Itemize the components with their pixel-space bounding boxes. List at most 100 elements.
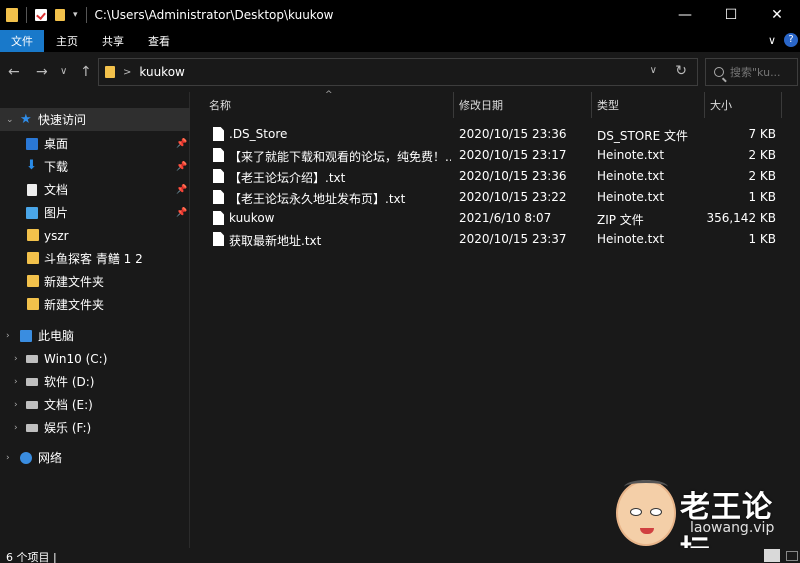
chevron-down-icon[interactable]: ⌄: [6, 115, 14, 125]
sidebar-item-drive-d[interactable]: › 软件 (D:): [0, 370, 190, 393]
file-row[interactable]: kuukow 2021/6/10 8:07 ZIP 文件 356,142 KB: [191, 208, 800, 229]
tab-file[interactable]: 文件: [0, 30, 44, 52]
sidebar-item-pictures[interactable]: 图片 📌: [0, 201, 190, 224]
file-modified: 2020/10/15 23:37: [459, 232, 567, 246]
mouth: [640, 528, 654, 534]
file-row[interactable]: 获取最新地址.txt 2020/10/15 23:37 Heinote.txt …: [191, 229, 800, 250]
sidebar-item-yszr[interactable]: yszr: [0, 224, 190, 247]
large-icons-view-button[interactable]: [786, 551, 798, 561]
help-icon[interactable]: ?: [784, 33, 798, 47]
minimize-button[interactable]: —: [662, 0, 708, 30]
column-header-name[interactable]: 名称: [209, 92, 231, 118]
column-header-size[interactable]: 大小: [710, 92, 732, 118]
back-button[interactable]: ←: [8, 64, 20, 80]
details-view-button[interactable]: [764, 549, 780, 562]
file-modified: 2020/10/15 23:22: [459, 190, 567, 204]
file-type: Heinote.txt: [597, 169, 665, 183]
file-row[interactable]: 【老王论坛介绍】.txt 2020/10/15 23:36 Heinote.tx…: [191, 166, 800, 187]
search-box[interactable]: [705, 58, 798, 86]
pin-icon[interactable]: 📌: [176, 208, 187, 218]
sidebar-item-quick-access[interactable]: ⌄ ★ 快速访问: [0, 108, 190, 131]
file-row[interactable]: 【老王论坛永久地址发布页】.txt 2020/10/15 23:22 Heino…: [191, 187, 800, 208]
close-button[interactable]: ✕: [754, 0, 800, 30]
file-name: kuukow: [229, 211, 275, 225]
tab-share[interactable]: 共享: [90, 30, 136, 52]
chevron-right-icon[interactable]: >: [123, 67, 131, 78]
divider: [85, 7, 87, 23]
file-size: 1 KB: [748, 190, 776, 204]
column-divider[interactable]: [591, 92, 592, 118]
chevron-right-icon[interactable]: ›: [14, 354, 18, 364]
sidebar-item-this-pc[interactable]: › 此电脑: [0, 324, 190, 347]
file-name: 获取最新地址.txt: [229, 234, 322, 248]
watermark-url: laowang.vip: [690, 520, 775, 536]
sidebar-item-new-folder[interactable]: 新建文件夹: [0, 293, 190, 316]
expand-ribbon-icon[interactable]: ∨: [768, 34, 776, 47]
window-title: C:\Users\Administrator\Desktop\kuukow: [94, 8, 334, 22]
sidebar-item-network[interactable]: › 网络: [0, 446, 190, 469]
sidebar-item-folder[interactable]: 斗鱼探客 青鳝 1 2: [0, 247, 190, 270]
pin-icon[interactable]: 📌: [176, 162, 187, 172]
file-icon: [213, 127, 224, 141]
qa-dropdown-icon[interactable]: ▾: [73, 10, 78, 20]
sidebar-item-documents[interactable]: 文档 📌: [0, 178, 190, 201]
sidebar-item-downloads[interactable]: ⬇ 下载 📌: [0, 155, 190, 178]
forward-button[interactable]: →: [36, 64, 48, 80]
column-divider[interactable]: [704, 92, 705, 118]
chevron-right-icon[interactable]: ›: [6, 331, 10, 341]
chevron-down-icon[interactable]: ∨: [650, 65, 657, 76]
maximize-button[interactable]: ☐: [708, 0, 754, 30]
column-divider[interactable]: [453, 92, 454, 118]
up-button[interactable]: ↑: [80, 64, 92, 80]
breadcrumb[interactable]: kuukow: [139, 65, 184, 79]
new-folder-icon[interactable]: [55, 9, 65, 21]
hair: [624, 480, 668, 494]
column-divider[interactable]: [781, 92, 782, 118]
pin-icon[interactable]: 📌: [176, 139, 187, 149]
title-bar: ▾ C:\Users\Administrator\Desktop\kuukow …: [0, 0, 800, 30]
sidebar-item-drive-f[interactable]: › 娱乐 (F:): [0, 416, 190, 439]
eye: [650, 508, 662, 516]
navigation-bar: ← → ∨ ↑ > kuukow ∨ ↻: [0, 52, 800, 92]
sidebar-item-desktop[interactable]: 桌面 📌: [0, 132, 190, 155]
column-header-modified[interactable]: 修改日期: [459, 92, 503, 118]
file-row[interactable]: .DS_Store 2020/10/15 23:36 DS_STORE 文件 7…: [191, 124, 800, 145]
download-icon: ⬇: [26, 158, 37, 173]
pin-icon[interactable]: 📌: [176, 185, 187, 195]
chevron-right-icon[interactable]: ›: [14, 377, 18, 387]
folder-icon: [6, 8, 18, 22]
file-modified: 2020/10/15 23:36: [459, 169, 567, 183]
sidebar-item-drive-c[interactable]: › Win10 (C:): [0, 347, 190, 370]
file-name: 【来了就能下载和观看的论坛，纯免费！...: [229, 150, 451, 164]
tab-home[interactable]: 主页: [44, 30, 90, 52]
sidebar-item-new-folder[interactable]: 新建文件夹: [0, 270, 190, 293]
tab-view[interactable]: 查看: [136, 30, 182, 52]
file-type: Heinote.txt: [597, 232, 665, 246]
file-row[interactable]: 【来了就能下载和观看的论坛，纯免费！... 2020/10/15 23:17 H…: [191, 145, 800, 166]
search-icon: [714, 67, 724, 77]
chevron-right-icon[interactable]: ›: [14, 423, 18, 433]
search-input[interactable]: [730, 65, 792, 79]
file-icon: [213, 190, 224, 204]
file-type: DS_STORE 文件: [597, 129, 688, 143]
file-size: 2 KB: [748, 169, 776, 183]
column-header-type[interactable]: 类型: [597, 92, 619, 118]
sidebar-item-label: 网络: [38, 451, 63, 465]
properties-icon[interactable]: [35, 9, 47, 21]
drive-icon: [26, 355, 38, 363]
sidebar-item-label: 新建文件夹: [44, 298, 105, 312]
watermark-logo: 老王论坛 laowang.vip: [610, 478, 800, 563]
address-bar[interactable]: > kuukow ∨ ↻: [98, 58, 698, 86]
sidebar-item-drive-e[interactable]: › 文档 (E:): [0, 393, 190, 416]
chevron-right-icon[interactable]: ›: [14, 400, 18, 410]
sidebar-item-label: 此电脑: [38, 329, 75, 343]
document-icon: [27, 184, 37, 196]
file-size: 7 KB: [748, 127, 776, 141]
refresh-icon[interactable]: ↻: [675, 63, 687, 79]
zip-file-icon: [213, 211, 224, 225]
sidebar-item-label: 图片: [44, 206, 69, 220]
sidebar-item-label: 桌面: [44, 137, 69, 151]
chevron-right-icon[interactable]: ›: [6, 453, 10, 463]
star-icon: ★: [20, 111, 32, 127]
recent-locations-button[interactable]: ∨: [60, 66, 67, 77]
